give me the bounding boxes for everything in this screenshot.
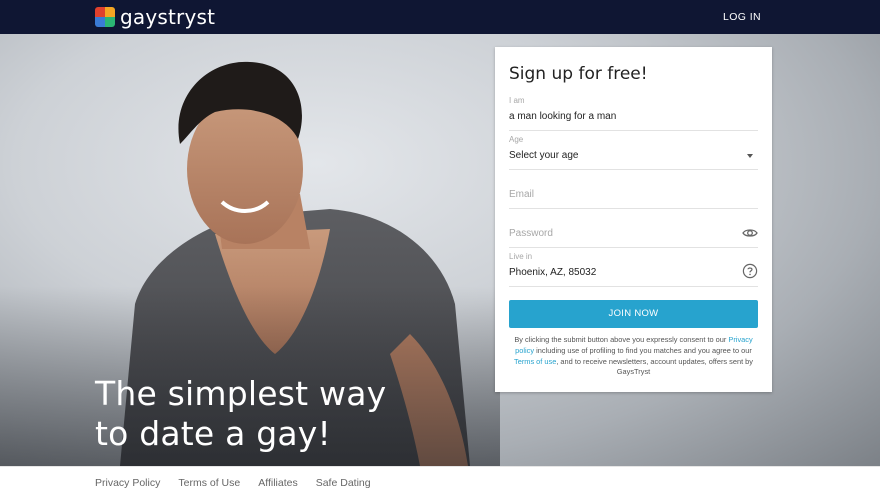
- consent-text-part1: By clicking the submit button above you …: [514, 335, 729, 344]
- password-placeholder: Password: [509, 228, 553, 239]
- location-value: Phoenix, AZ, 85032: [509, 267, 597, 278]
- i-am-label: I am: [509, 96, 525, 105]
- help-icon[interactable]: [742, 263, 758, 279]
- chevron-down-icon: [747, 154, 753, 158]
- email-placeholder: Email: [509, 189, 535, 200]
- email-field[interactable]: Email: [509, 173, 758, 209]
- footer-link-affiliates[interactable]: Affiliates: [258, 477, 298, 489]
- join-now-button[interactable]: JOIN NOW: [509, 300, 758, 328]
- eye-icon[interactable]: [742, 225, 758, 241]
- consent-text-part3: , and to receive newsletters, account up…: [556, 356, 753, 377]
- footer-links: Privacy Policy Terms of Use Affiliates S…: [95, 477, 371, 489]
- password-field[interactable]: Password: [509, 212, 758, 248]
- footer-link-privacy-policy[interactable]: Privacy Policy: [95, 477, 160, 489]
- hero-tagline: The simplest way to date a gay!: [95, 374, 386, 454]
- login-link[interactable]: LOG IN: [723, 11, 761, 23]
- top-navbar: gaystryst LOG IN: [0, 0, 880, 34]
- consent-text: By clicking the submit button above you …: [509, 335, 758, 378]
- age-select[interactable]: Age Select your age: [509, 134, 758, 170]
- location-label: Live in: [509, 252, 533, 261]
- consent-text-part2: including use of profiling to find you m…: [534, 345, 752, 355]
- footer: Privacy Policy Terms of Use Affiliates S…: [0, 466, 880, 495]
- hero-tagline-line2: to date a gay!: [95, 414, 331, 453]
- location-field[interactable]: Live in Phoenix, AZ, 85032: [509, 251, 758, 287]
- signup-title: Sign up for free!: [509, 64, 648, 84]
- age-value: Select your age: [509, 150, 579, 161]
- age-label: Age: [509, 135, 524, 144]
- terms-of-use-link[interactable]: Terms of use: [514, 357, 556, 366]
- footer-link-safe-dating[interactable]: Safe Dating: [316, 477, 371, 489]
- signup-form: Sign up for free! I am a man looking for…: [495, 47, 772, 392]
- brand-name: gaystryst: [120, 5, 216, 29]
- hero-tagline-line1: The simplest way: [95, 374, 387, 413]
- footer-link-terms-of-use[interactable]: Terms of Use: [178, 477, 240, 489]
- logo-icon: [95, 7, 115, 27]
- brand-logo[interactable]: gaystryst: [95, 5, 216, 29]
- i-am-select[interactable]: I am a man looking for a man: [509, 95, 758, 131]
- i-am-value: a man looking for a man: [509, 111, 617, 122]
